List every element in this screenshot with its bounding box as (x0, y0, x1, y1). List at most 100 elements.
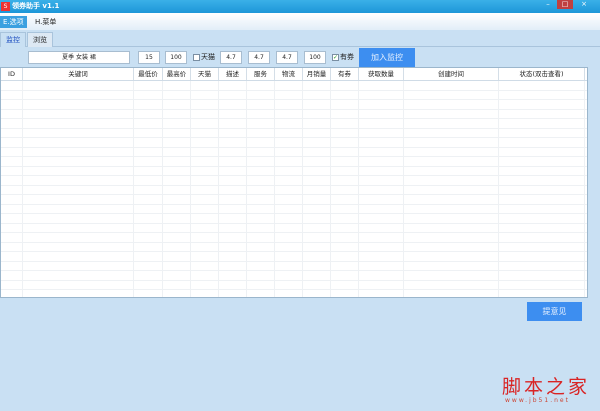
table-cell (134, 176, 163, 185)
table-cell (163, 223, 191, 232)
app-logo-icon: S (1, 2, 10, 11)
table-cell (247, 214, 275, 223)
table-cell (219, 280, 247, 289)
table-cell (275, 157, 303, 166)
column-header[interactable]: 物流 (275, 68, 303, 80)
column-header[interactable]: 描述 (219, 68, 247, 80)
column-header[interactable]: 服务 (247, 68, 275, 80)
column-header[interactable]: 天猫 (191, 68, 219, 80)
table-cell (247, 195, 275, 204)
table-cell (303, 81, 331, 90)
table-cell (499, 128, 585, 137)
table-cell (163, 157, 191, 166)
table-cell (191, 204, 219, 213)
table-cell (191, 176, 219, 185)
service-score-input[interactable]: 4.7 (248, 51, 270, 64)
table-cell (247, 176, 275, 185)
table-cell (303, 185, 331, 194)
tmall-checkbox[interactable] (193, 54, 200, 61)
logistics-score-input[interactable]: 4.7 (276, 51, 298, 64)
keyword-input[interactable]: 夏季 女装 裙 (28, 51, 130, 64)
column-header[interactable]: 获取数量 (359, 68, 404, 80)
table-row-empty (1, 271, 587, 281)
table-cell (247, 223, 275, 232)
close-button[interactable]: × (576, 0, 592, 9)
table-cell (219, 195, 247, 204)
table-cell (219, 100, 247, 109)
table-cell (1, 204, 23, 213)
table-cell (191, 280, 219, 289)
table-row-empty (1, 223, 587, 233)
monitor-table[interactable]: ID 关键词 最低价 最高价 天猫 描述 服务 物流 月销量 有券 获取数量 创建时间 状态(双击查看) (0, 67, 588, 298)
minimize-button[interactable]: – (540, 0, 556, 9)
table-cell (23, 271, 134, 280)
maximize-button[interactable]: □ (557, 0, 573, 9)
table-cell (191, 195, 219, 204)
window-title: 领券助手 v1.1 (12, 2, 60, 10)
table-cell (191, 166, 219, 175)
table-cell (359, 223, 404, 232)
coupon-checkbox[interactable]: ✓ (332, 54, 339, 61)
tab-browse[interactable]: 浏览 (27, 32, 53, 47)
add-monitor-button[interactable]: 加入监控 (359, 48, 415, 67)
table-cell (275, 119, 303, 128)
feedback-button[interactable]: 提意见 (527, 302, 582, 321)
table-cell (275, 81, 303, 90)
table-cell (163, 176, 191, 185)
table-cell (1, 290, 23, 297)
column-header[interactable]: 状态(双击查看) (499, 68, 585, 80)
max-price-input[interactable]: 100 (165, 51, 187, 64)
column-header[interactable]: 最高价 (163, 68, 191, 80)
table-cell (331, 290, 359, 297)
table-cell (303, 252, 331, 261)
table-cell (331, 185, 359, 194)
table-cell (23, 290, 134, 297)
table-cell (134, 261, 163, 270)
tab-bar: 监控 浏览 (0, 30, 600, 47)
table-cell (163, 204, 191, 213)
min-price-input[interactable]: 15 (138, 51, 160, 64)
table-cell (275, 138, 303, 147)
table-cell (191, 223, 219, 232)
table-cell (134, 109, 163, 118)
table-cell (499, 176, 585, 185)
table-cell (247, 81, 275, 90)
menu-menu[interactable]: H.菜单 (32, 16, 59, 28)
table-cell (303, 90, 331, 99)
table-cell (191, 81, 219, 90)
menu-options[interactable]: E.选项 (0, 16, 27, 28)
desc-score-input[interactable]: 4.7 (220, 51, 242, 64)
table-cell (163, 138, 191, 147)
table-cell (134, 290, 163, 297)
table-cell (219, 233, 247, 242)
column-header[interactable]: 关键词 (23, 68, 134, 80)
table-cell (23, 233, 134, 242)
table-row-empty (1, 242, 587, 252)
table-cell (404, 252, 499, 261)
table-cell (359, 290, 404, 297)
table-cell (303, 280, 331, 289)
table-cell (331, 176, 359, 185)
column-header[interactable]: 月销量 (303, 68, 331, 80)
table-cell (359, 233, 404, 242)
table-row-empty (1, 109, 587, 119)
table-cell (219, 138, 247, 147)
tab-monitor[interactable]: 监控 (0, 32, 26, 47)
table-cell (499, 271, 585, 280)
table-cell (23, 90, 134, 99)
table-cell (247, 157, 275, 166)
table-cell (191, 138, 219, 147)
table-cell (359, 109, 404, 118)
column-header[interactable]: 最低价 (134, 68, 163, 80)
table-cell (1, 233, 23, 242)
column-header[interactable]: ID (1, 68, 23, 80)
table-cell (163, 147, 191, 156)
column-header[interactable]: 创建时间 (404, 68, 499, 80)
monthly-sales-input[interactable]: 100 (304, 51, 326, 64)
table-cell (134, 223, 163, 232)
table-cell (359, 242, 404, 251)
table-cell (23, 100, 134, 109)
column-header[interactable]: 有券 (331, 68, 359, 80)
table-cell (219, 119, 247, 128)
table-cell (191, 233, 219, 242)
